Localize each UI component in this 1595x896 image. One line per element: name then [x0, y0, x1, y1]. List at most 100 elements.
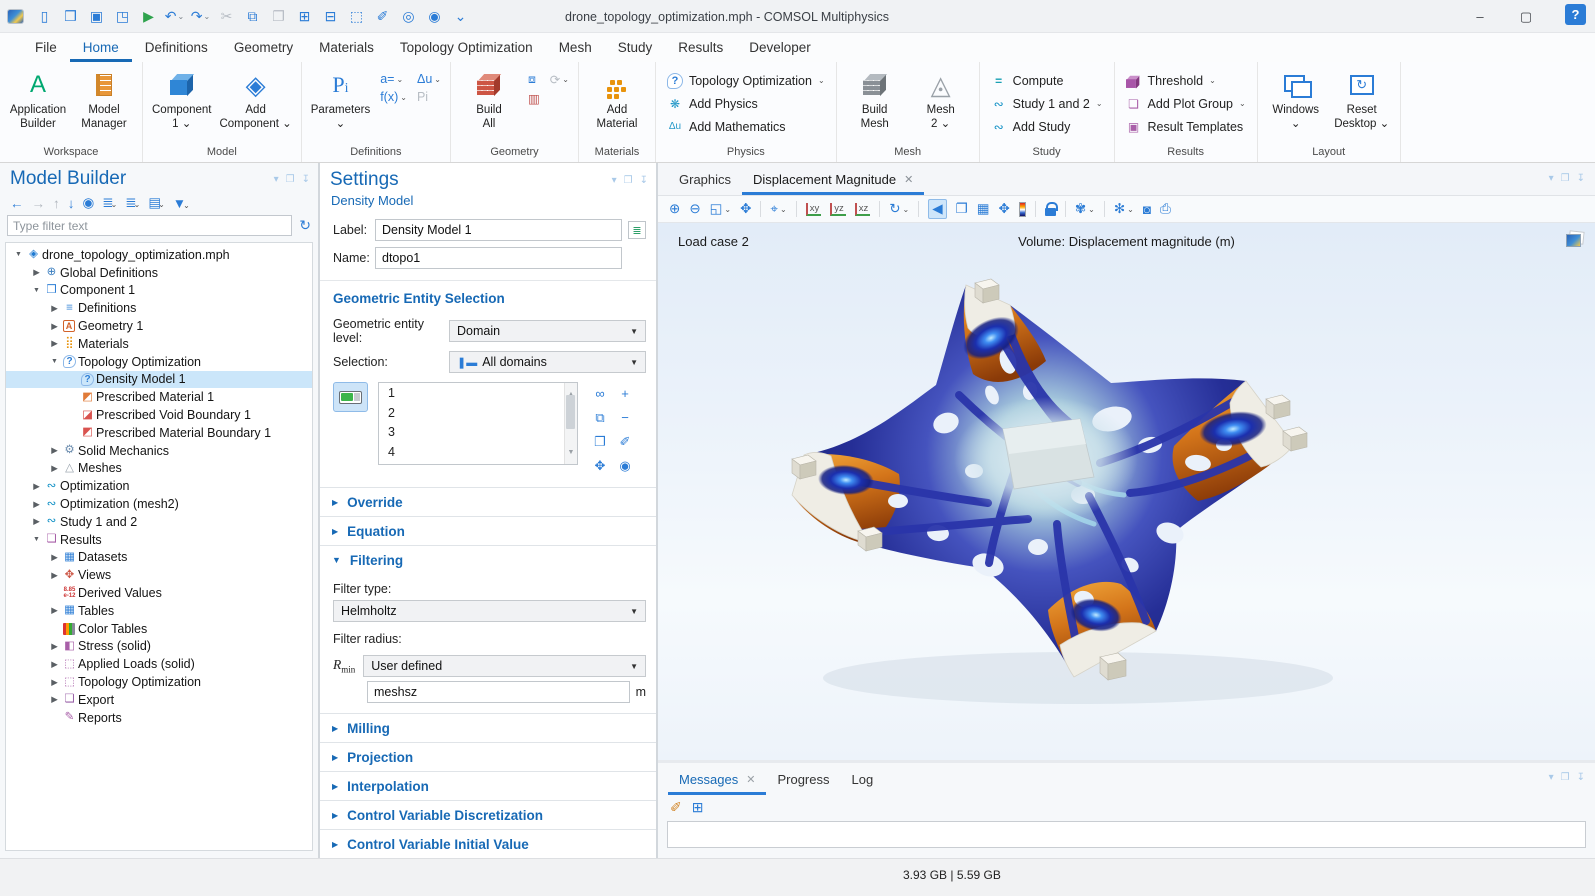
- domain-list-item[interactable]: 3: [388, 423, 577, 443]
- nonlocal-couplings-button[interactable]: Δu⌄: [417, 72, 441, 86]
- ribbon-tab-developer[interactable]: Developer: [736, 33, 824, 62]
- functions-button[interactable]: f(x)⌄: [380, 90, 407, 104]
- filter-icon[interactable]: ▼⌄: [173, 196, 190, 211]
- add-material-button[interactable]: Add Material: [584, 64, 650, 144]
- show-in-model-tree-icon[interactable]: ≣: [628, 221, 646, 239]
- tree-item-topology-optimization[interactable]: ▼?Topology Optimization: [6, 353, 312, 371]
- go-to-default-view-icon[interactable]: ⌖⌄: [770, 201, 786, 217]
- search-settings-icon[interactable]: ◉: [423, 4, 446, 28]
- view-yz-icon[interactable]: yz: [830, 203, 846, 216]
- build-all-button[interactable]: Build All: [456, 64, 522, 144]
- table-options-icon[interactable]: ⊞: [692, 799, 704, 816]
- tree-chevron-icon[interactable]: ▶: [30, 499, 43, 510]
- tree-chevron-icon[interactable]: ▼: [12, 251, 25, 258]
- rotate-view-icon[interactable]: ↻⌄: [889, 201, 909, 217]
- variables-button[interactable]: a=⌄: [380, 72, 407, 86]
- tree-item-optimization[interactable]: ▶∾Optimization: [6, 477, 312, 495]
- tree-chevron-icon[interactable]: ▶: [48, 570, 61, 581]
- application-builder-button[interactable]: AApplication Builder: [5, 64, 71, 144]
- show-axis-orientation-icon[interactable]: ✥: [999, 201, 1010, 217]
- section-override[interactable]: ▶Override: [320, 487, 656, 516]
- tree-item-topology-optimization[interactable]: ▶⬚Topology Optimization: [6, 673, 312, 691]
- show-selection-icon[interactable]: ◉: [613, 454, 637, 477]
- go-back-icon[interactable]: ←: [10, 196, 24, 211]
- model-manager-button[interactable]: Model Manager: [71, 64, 137, 144]
- tab-graphics[interactable]: Graphics: [668, 163, 742, 195]
- tree-chevron-icon[interactable]: ▶: [48, 641, 61, 652]
- camera-icon[interactable]: ◙: [1143, 202, 1151, 217]
- clear-messages-icon[interactable]: ✐: [670, 799, 682, 816]
- messages-output[interactable]: [667, 821, 1586, 848]
- expand-all-icon[interactable]: ≣⌄: [125, 195, 140, 211]
- tree-chevron-icon[interactable]: ▶: [48, 321, 61, 332]
- component-1-button[interactable]: Component 1 ⌄: [148, 64, 215, 144]
- add-plot-group-button[interactable]: ❏Add Plot Group⌄: [1126, 94, 1246, 113]
- lock-camera-icon[interactable]: [1045, 202, 1056, 216]
- virtual-operations-button[interactable]: ▥: [528, 91, 540, 106]
- ribbon-tab-topology-optimization[interactable]: Topology Optimization: [387, 33, 546, 62]
- tree-chevron-icon[interactable]: ▼: [30, 287, 43, 294]
- go-forward-icon[interactable]: →: [32, 196, 46, 211]
- tree-item-component-1[interactable]: ▼❒Component 1: [6, 282, 312, 300]
- tree-filter-input[interactable]: [7, 215, 292, 236]
- tree-item-prescribed-material-boundary-1[interactable]: ◩Prescribed Material Boundary 1: [6, 424, 312, 442]
- section-equation[interactable]: ▶Equation: [320, 516, 656, 545]
- tree-chevron-icon[interactable]: ▶: [48, 605, 61, 616]
- pin-panel-icon[interactable]: ↧: [640, 175, 648, 186]
- tree-chevron-icon[interactable]: ▶: [48, 338, 61, 349]
- tree-chevron-icon[interactable]: ▶: [48, 463, 61, 474]
- result-templates-button[interactable]: ▣Result Templates: [1126, 117, 1246, 136]
- domain-list-item[interactable]: 1: [388, 384, 577, 404]
- tree-chevron-icon[interactable]: ▶: [30, 267, 43, 278]
- tree-item-materials[interactable]: ▶⣿Materials: [6, 335, 312, 353]
- find-icon[interactable]: ◎: [397, 4, 420, 28]
- image-snapshot-icon[interactable]: ✻⌄: [1114, 201, 1134, 217]
- appearance-icon[interactable]: ✾⌄: [1075, 201, 1095, 217]
- reset-desktop-button[interactable]: ↻Reset Desktop ⌄: [1329, 64, 1395, 144]
- redo-icon[interactable]: ↷⌄: [189, 4, 212, 28]
- domain-list-item[interactable]: 4: [388, 443, 577, 463]
- tree-chevron-icon[interactable]: ▶: [48, 677, 61, 688]
- section-control-variable-discretization[interactable]: ▶Control Variable Discretization: [320, 800, 656, 829]
- tree-item-solid-mechanics[interactable]: ▶⚙Solid Mechanics: [6, 442, 312, 460]
- tree-chevron-icon[interactable]: ▶: [48, 445, 61, 456]
- tree-chevron-icon[interactable]: ▶: [48, 303, 61, 314]
- tree-chevron-icon[interactable]: ▶: [30, 516, 43, 527]
- mesh-2-button[interactable]: ◬Mesh 2 ⌄: [908, 64, 974, 144]
- run-icon[interactable]: ▶: [137, 4, 160, 28]
- paste-selection-icon[interactable]: ❐: [588, 430, 612, 453]
- add-mathematics-button[interactable]: ΔuAdd Mathematics: [667, 117, 825, 136]
- zoom-to-selection-icon[interactable]: ✥: [588, 454, 612, 477]
- tree-item-results[interactable]: ▼❏Results: [6, 531, 312, 549]
- zoom-extents-icon[interactable]: ✥: [740, 201, 751, 217]
- filter-radius-input[interactable]: [367, 681, 630, 703]
- pin-panel-icon[interactable]: ↧: [1577, 173, 1585, 184]
- parameters-button[interactable]: PiParameters ⌄: [307, 64, 374, 144]
- tree-item-derived-values[interactable]: 8.85 e-12Derived Values: [6, 584, 312, 602]
- color-legend-icon[interactable]: [1019, 202, 1026, 217]
- selection-dropdown[interactable]: ❚▬ All domains▼: [449, 351, 646, 373]
- close-tab-icon[interactable]: ✕: [746, 773, 755, 786]
- ribbon-tab-geometry[interactable]: Geometry: [221, 33, 306, 62]
- tree-chevron-icon[interactable]: ▼: [30, 536, 43, 543]
- close-tab-icon[interactable]: ✕: [904, 173, 913, 186]
- insert-sequence-button[interactable]: ⧈: [528, 72, 540, 87]
- section-milling[interactable]: ▶Milling: [320, 713, 656, 742]
- graphics-canvas[interactable]: Load case 2 Volume: Displacement magnitu…: [658, 223, 1595, 760]
- add-study-button[interactable]: ∾Add Study: [991, 117, 1103, 136]
- undo-icon[interactable]: ↶⌄: [163, 4, 186, 28]
- float-panel-icon[interactable]: ❐: [286, 174, 295, 185]
- float-panel-icon[interactable]: ❐: [1561, 772, 1570, 783]
- entity-level-dropdown[interactable]: Domain▼: [449, 320, 646, 342]
- parameter-case-button[interactable]: Pi: [417, 90, 441, 104]
- paste-icon[interactable]: ❐: [267, 4, 290, 28]
- selected-domains-list[interactable]: ▲▼ 1234: [378, 382, 578, 465]
- label-field[interactable]: [375, 219, 622, 241]
- create-selection-icon[interactable]: ∞: [588, 382, 612, 405]
- panel-menu-icon[interactable]: ▾: [274, 174, 279, 185]
- tree-item-optimization-mesh2-[interactable]: ▶∾Optimization (mesh2): [6, 495, 312, 513]
- ribbon-tab-home[interactable]: Home: [70, 33, 132, 62]
- tree-chevron-icon[interactable]: ▼: [48, 358, 61, 365]
- section-interpolation[interactable]: ▶Interpolation: [320, 771, 656, 800]
- view-xy-icon[interactable]: xy: [806, 203, 822, 216]
